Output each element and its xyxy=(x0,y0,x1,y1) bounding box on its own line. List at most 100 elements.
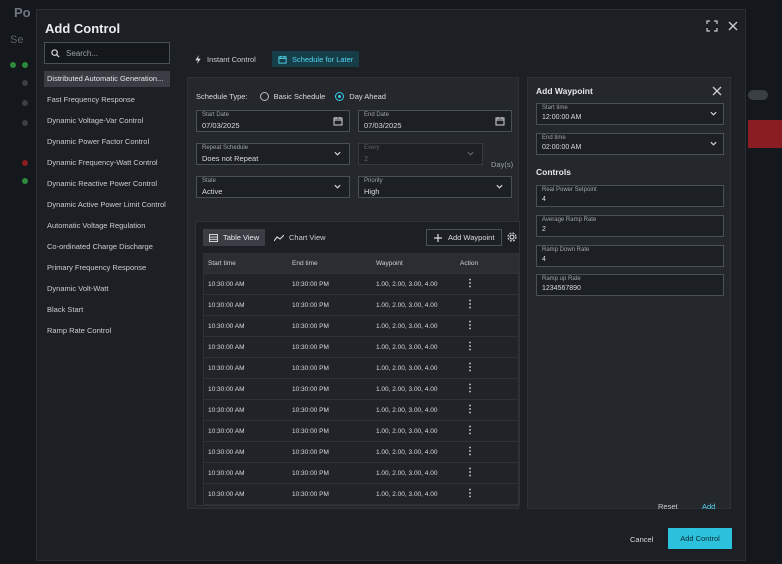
table-cell: 10:30:00 AM xyxy=(208,280,245,288)
day-ahead-radio[interactable] xyxy=(335,92,345,101)
bg-status-dot xyxy=(10,62,16,68)
bg-alert-block xyxy=(748,120,782,148)
table-cell: 10:30:00 PM xyxy=(292,469,329,477)
tab-table-view[interactable]: Table View xyxy=(203,229,266,246)
start-date-value: 07/03/2025 xyxy=(202,121,240,130)
plus-icon xyxy=(434,233,442,242)
schedule-form-panel: Schedule Type: Basic Schedule Day Ahead … xyxy=(187,77,520,509)
table-cell: 10:30:00 AM xyxy=(208,343,245,351)
table-cell: 10:30:00 AM xyxy=(208,301,245,309)
table-row: 10:30:00 AM 10:30:00 PM 1.00, 2.00, 3.00, … xyxy=(204,358,518,379)
add-waypoint-label: Add Waypoint xyxy=(448,233,495,242)
control-list-item[interactable]: Co-ordinated Charge Discharge xyxy=(44,239,170,260)
control-list-item[interactable]: Dynamic Voltage-Var Control xyxy=(44,113,170,134)
control-search-input[interactable]: Search... xyxy=(44,42,170,64)
kebab-menu-icon[interactable]: ⋮ xyxy=(460,467,475,478)
table-cell: 1.00, 2.00, 3.00, 4.00 xyxy=(376,469,438,477)
control-list-item[interactable]: Distributed Automatic Generation... xyxy=(44,71,170,87)
add-control-button[interactable]: Add Control xyxy=(668,528,732,549)
end-date-field[interactable]: End Date 07/03/2025 xyxy=(358,110,512,132)
table-view-label: Table View xyxy=(223,233,260,242)
ramp-down-value: 4 xyxy=(542,256,546,263)
calendar-icon[interactable] xyxy=(333,116,344,127)
maximize-icon[interactable] xyxy=(706,20,720,34)
repeat-value: Does not Repeat xyxy=(202,154,259,163)
kebab-menu-icon[interactable]: ⋮ xyxy=(460,425,475,436)
table-cell: 10:30:00 PM xyxy=(292,301,329,309)
control-list-item[interactable]: Dynamic Frequency-Watt Control xyxy=(44,155,170,176)
bg-status-dot xyxy=(22,120,28,126)
every-label: Every xyxy=(364,145,380,151)
close-icon[interactable] xyxy=(712,86,722,96)
average-ramp-rate-input[interactable]: Average Ramp Rate 2 xyxy=(536,215,724,237)
control-list-item[interactable]: Dynamic Active Power Limit Control xyxy=(44,197,170,218)
end-date-value: 07/03/2025 xyxy=(364,121,402,130)
row-action-cell: ⋮ xyxy=(456,321,516,331)
control-list-item[interactable]: Dynamic Power Factor Control xyxy=(44,134,170,155)
kebab-menu-icon[interactable]: ⋮ xyxy=(460,488,475,499)
kebab-menu-icon[interactable]: ⋮ xyxy=(460,341,475,352)
priority-label: Priority xyxy=(364,178,383,184)
kebab-menu-icon[interactable]: ⋮ xyxy=(460,383,475,394)
every-select: Every 2 xyxy=(358,143,483,165)
control-list-item[interactable]: Fast Frequency Response xyxy=(44,92,170,113)
control-list-item[interactable]: Dynamic Reactive Power Control xyxy=(44,176,170,197)
repeat-schedule-select[interactable]: Repeat Schedule Does not Repeat xyxy=(196,143,350,165)
waypoint-table-panel: Table View Chart View Add Waypoint Start… xyxy=(195,221,520,506)
cancel-button[interactable]: Cancel xyxy=(630,535,653,544)
calendar-clock-icon xyxy=(278,55,287,64)
chevron-down-icon xyxy=(495,182,506,193)
start-time-select[interactable]: Start time 12:00:00 AM xyxy=(536,103,724,125)
column-header: Waypoint xyxy=(376,260,403,267)
tab-instant-label: Instant Control xyxy=(207,54,256,64)
tab-instant-control[interactable]: Instant Control xyxy=(188,51,262,67)
reset-button[interactable]: Reset xyxy=(658,502,678,511)
control-list-item[interactable]: Black Start xyxy=(44,302,170,323)
table-cell: 10:30:00 AM xyxy=(208,364,245,372)
row-action-cell: ⋮ xyxy=(456,426,516,436)
ramp-down-rate-input[interactable]: Ramp Down Rate 4 xyxy=(536,245,724,267)
row-action-cell: ⋮ xyxy=(456,489,516,499)
close-icon[interactable] xyxy=(727,20,741,34)
row-action-cell: ⋮ xyxy=(456,363,516,373)
table-row: 10:30:00 AM 10:30:00 PM 1.00, 2.00, 3.00, … xyxy=(204,379,518,400)
add-waypoint-button[interactable]: Add Waypoint xyxy=(426,229,503,246)
modal-title: Add Control xyxy=(45,21,121,36)
table-cell: 10:30:00 PM xyxy=(292,343,329,351)
control-list-item[interactable]: Automatic Voltage Regulation xyxy=(44,218,170,239)
state-select[interactable]: State Active xyxy=(196,176,350,198)
bg-status-dot xyxy=(22,160,28,166)
kebab-menu-icon[interactable]: ⋮ xyxy=(460,362,475,373)
row-action-cell: ⋮ xyxy=(456,300,516,310)
ramp-up-rate-input[interactable]: Ramp up Rate 1234567890 xyxy=(536,274,724,296)
end-time-select[interactable]: End time 02:00:00 AM xyxy=(536,133,724,155)
control-list-item[interactable]: Ramp Rate Control xyxy=(44,323,170,344)
start-date-field[interactable]: Start Date 07/03/2025 xyxy=(196,110,350,132)
table-cell: 10:30:00 PM xyxy=(292,490,329,498)
waypoint-panel-title: Add Waypoint xyxy=(536,86,593,96)
end-time-value: 02:00:00 AM xyxy=(542,144,582,151)
table-row: 10:30:00 AM 10:30:00 PM 1.00, 2.00, 3.00, … xyxy=(204,274,518,295)
real-power-setpoint-input[interactable]: Real Power Setpoint 4 xyxy=(536,185,724,207)
kebab-menu-icon[interactable]: ⋮ xyxy=(460,404,475,415)
add-waypoint-submit-button[interactable]: Add xyxy=(702,502,715,511)
start-time-label: Start time xyxy=(542,105,568,111)
kebab-menu-icon[interactable]: ⋮ xyxy=(460,278,475,289)
table-cell: 10:30:00 PM xyxy=(292,385,329,393)
basic-schedule-radio[interactable] xyxy=(259,92,269,101)
table-header-row: Start time End time Waypoint Action xyxy=(204,254,518,274)
every-unit: Day(s) xyxy=(491,160,514,169)
priority-select[interactable]: Priority High xyxy=(358,176,512,198)
tab-schedule-for-later[interactable]: Schedule for Later xyxy=(272,51,360,67)
kebab-menu-icon[interactable]: ⋮ xyxy=(460,446,475,457)
row-action-cell: ⋮ xyxy=(456,279,516,289)
tab-chart-view[interactable]: Chart View xyxy=(268,229,332,246)
control-list-item[interactable]: Primary Frequency Response xyxy=(44,260,170,281)
kebab-menu-icon[interactable]: ⋮ xyxy=(460,320,475,331)
gear-icon[interactable] xyxy=(507,232,518,243)
chevron-down-icon xyxy=(709,109,718,118)
kebab-menu-icon[interactable]: ⋮ xyxy=(460,299,475,310)
row-action-cell: ⋮ xyxy=(456,468,516,478)
calendar-icon[interactable] xyxy=(495,116,506,127)
control-list-item[interactable]: Dynamic Volt-Watt xyxy=(44,281,170,302)
